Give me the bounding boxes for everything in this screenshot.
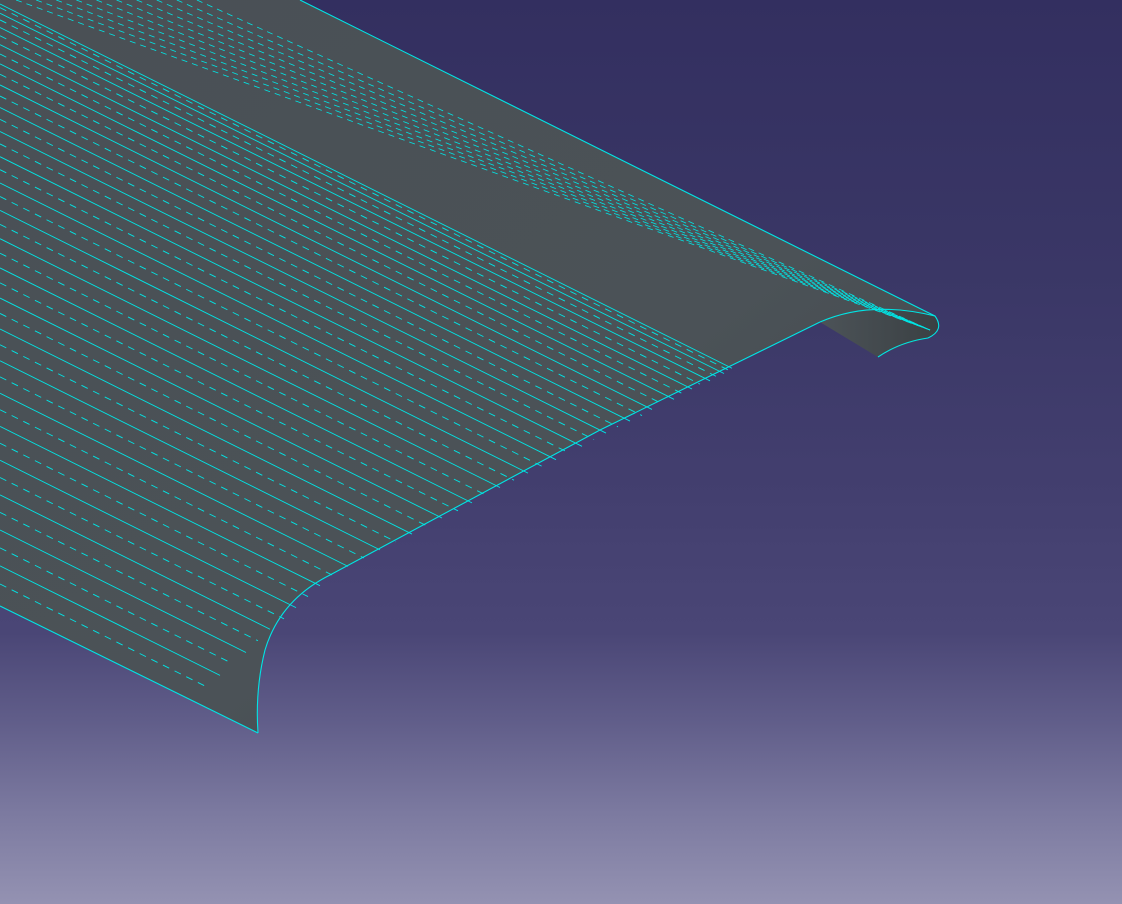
- wing-tip-cap: [820, 309, 939, 357]
- wing-surface[interactable]: [0, 0, 939, 733]
- scene-canvas[interactable]: [0, 0, 1122, 904]
- 3d-viewport[interactable]: [0, 0, 1122, 904]
